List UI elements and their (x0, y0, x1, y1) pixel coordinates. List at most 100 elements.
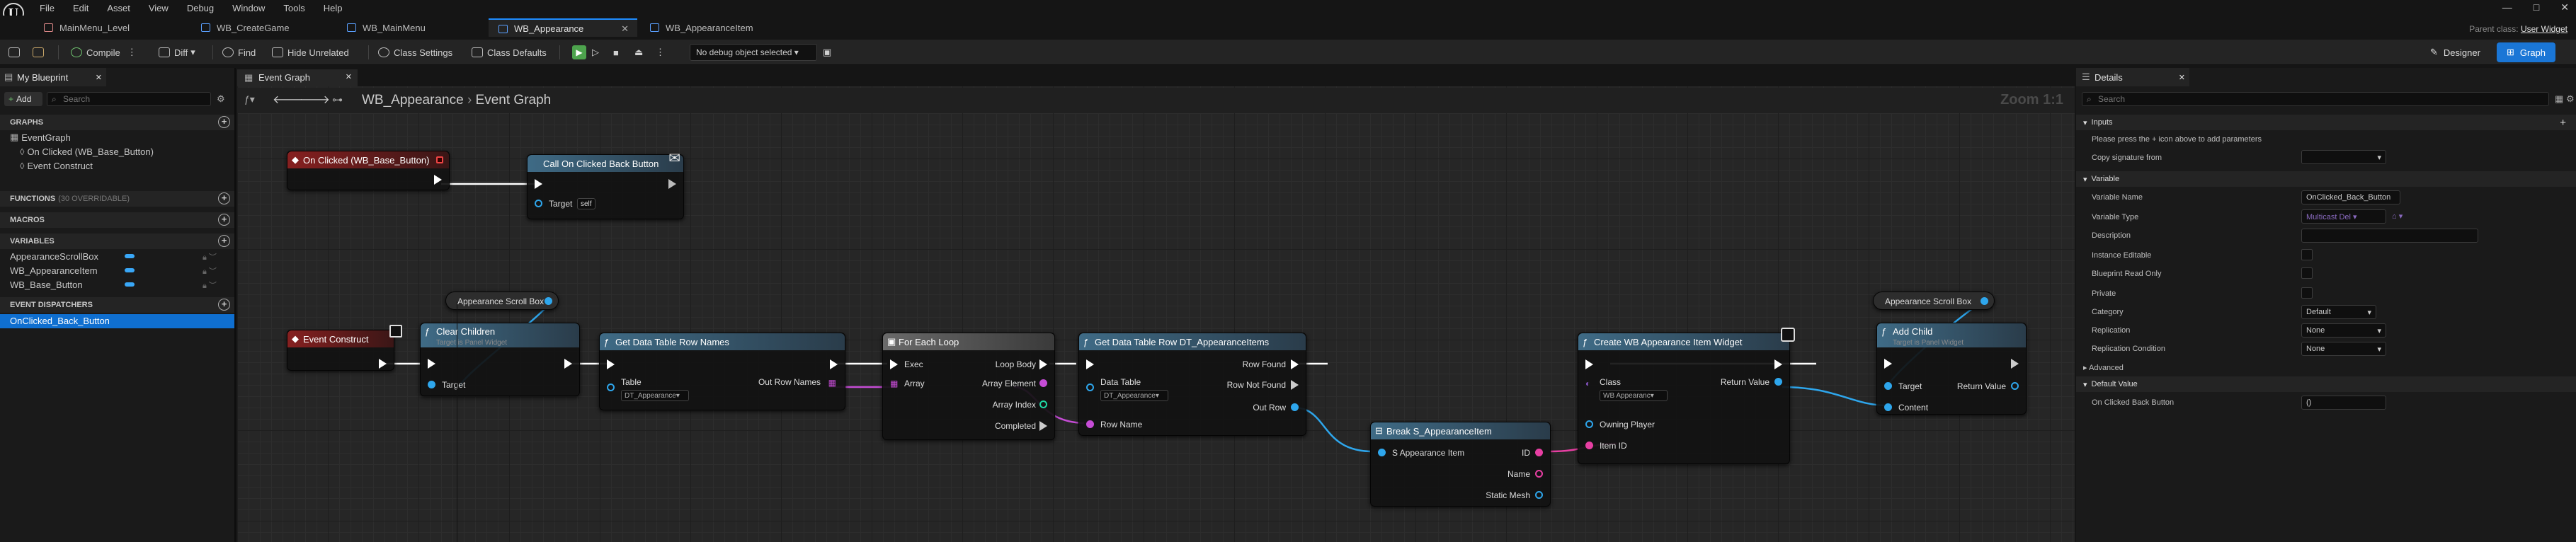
advanced-row[interactable]: ▸ Advanced (2076, 358, 2576, 376)
add-graph-icon[interactable]: + (218, 116, 230, 128)
save-icon[interactable] (8, 45, 24, 59)
id-pin[interactable] (1535, 449, 1543, 456)
graph-on-clicked[interactable]: ◊ On Clicked (WB_Base_Button) (20, 144, 154, 158)
target-pin[interactable] (428, 381, 435, 388)
debug-browse-icon[interactable]: ▣ (823, 45, 831, 59)
data-table-dropdown[interactable]: DT_Appearance ▾ (1100, 390, 1168, 401)
scrollbox-out-pin[interactable] (1981, 297, 1988, 305)
private-checkbox[interactable] (2301, 287, 2313, 299)
loop-body-pin[interactable] (1039, 359, 1047, 369)
self-field[interactable]: self (577, 198, 595, 209)
macros-section[interactable]: MACROS + (0, 212, 234, 228)
graph-button[interactable]: ⊞ Graph (2497, 42, 2556, 62)
table-dropdown[interactable]: DT_Appearance ▾ (621, 390, 689, 401)
close-panel-icon[interactable]: ✕ (96, 73, 102, 82)
close-window-icon[interactable]: ✕ (2560, 1, 2569, 13)
array-element-pin[interactable] (1039, 379, 1047, 387)
variable-type-dropdown[interactable]: Multicast Del ▾ (2301, 209, 2386, 224)
inputs-section[interactable]: ▾ Inputs + (2076, 115, 2576, 130)
array-in-pin[interactable]: ▦ (890, 379, 898, 388)
default-value-section[interactable]: ▾ Default Value (2076, 376, 2576, 392)
item-id-pin[interactable] (1585, 442, 1593, 449)
menu-help[interactable]: Help (324, 3, 343, 13)
designer-button[interactable]: ✎ Designer (2420, 42, 2490, 62)
stop-icon[interactable]: ■ (613, 45, 619, 59)
node-for-each-loop[interactable]: ▣ For Each Loop Exec Loop Body ▦ Array Ar… (882, 333, 1055, 440)
class-dropdown[interactable]: WB Appearanc ▾ (1600, 390, 1668, 401)
tab-wb-appearanceitem[interactable]: WB_AppearanceItem (640, 18, 796, 37)
variable-section[interactable]: ▾ Variable (2076, 171, 2576, 187)
completed-pin[interactable] (1039, 421, 1047, 431)
details-tab[interactable]: ☰ Details ✕ (2076, 68, 2189, 86)
variable-wb-base-button[interactable]: WB_Base_Button (10, 277, 83, 292)
dispatcher-onclicked-back-button[interactable]: OnClicked_Back_Button (0, 314, 234, 328)
browse-icon[interactable] (33, 45, 48, 59)
step-icon[interactable]: ▷ (592, 45, 599, 59)
delegate-pin[interactable] (436, 156, 443, 163)
event-dispatchers-section[interactable]: EVENT DISPATCHERS + (0, 297, 234, 313)
play-options-icon[interactable]: ⋮ (656, 45, 665, 59)
data-table-pin[interactable] (1086, 384, 1094, 391)
category-dropdown[interactable]: Default ▾ (2301, 305, 2376, 319)
name-pin[interactable] (1535, 470, 1543, 478)
menu-tools[interactable]: Tools (283, 3, 304, 13)
class-settings-button[interactable]: Class Settings (378, 45, 452, 59)
functions-section[interactable]: FUNCTIONS (30 OVERRIDABLE) + (0, 191, 234, 207)
struct-in-pin[interactable] (1378, 449, 1386, 456)
bp-readonly-checkbox[interactable] (2301, 267, 2313, 279)
array-out-pin[interactable]: ▦ (828, 378, 836, 388)
copy-signature-dropdown[interactable]: ▾ (2301, 150, 2386, 164)
exec-in-pin[interactable] (428, 359, 435, 369)
node-event-construct[interactable]: ◆ Event Construct (287, 325, 402, 371)
exec-in-pin[interactable] (890, 359, 898, 369)
exec-in-pin[interactable] (607, 359, 615, 369)
return-value-pin[interactable] (2011, 382, 2019, 390)
row-found-pin[interactable] (1291, 359, 1299, 369)
exec-out-pin[interactable] (564, 359, 572, 369)
menu-window[interactable]: Window (232, 3, 265, 13)
play-button[interactable]: ▶ (572, 45, 586, 59)
graphs-section[interactable]: GRAPHS + (0, 115, 234, 130)
row-name-pin[interactable] (1086, 420, 1094, 428)
node-clear-children[interactable]: ƒ Clear Children Target is Panel Widget Ta… (420, 323, 580, 396)
menu-asset[interactable]: Asset (107, 3, 130, 13)
node-add-child[interactable]: ƒ Add Child Target is Panel Widget Target … (1876, 323, 2027, 415)
details-search-input[interactable]: ⌕ Search (2082, 92, 2549, 106)
node-call-back-button[interactable]: Call On Clicked Back Button ✉ Target self (527, 151, 684, 219)
exec-in-pin[interactable] (1086, 359, 1094, 369)
node-appearance-scroll-box-2[interactable]: Appearance Scroll Box (1873, 292, 1995, 310)
close-panel-icon[interactable]: ✕ (2179, 73, 2185, 82)
table-pin[interactable] (607, 384, 615, 391)
add-parameter-icon[interactable]: + (2560, 117, 2566, 129)
exec-in-pin[interactable] (535, 179, 542, 189)
tab-wb-mainmenu[interactable]: WB_MainMenu (337, 18, 479, 37)
settings-gear-icon[interactable]: ⚙ (2566, 93, 2575, 105)
compile-button[interactable]: Compile ⋮ (71, 45, 137, 59)
target-pin[interactable] (1884, 382, 1892, 390)
add-button[interactable]: + Add (4, 92, 42, 106)
settings-gear-icon[interactable]: ⚙ (217, 93, 225, 105)
add-macro-icon[interactable]: + (218, 214, 230, 226)
delegate-pin[interactable] (389, 325, 402, 338)
blueprint-search-input[interactable]: ⌕ Search (47, 92, 211, 106)
tab-wb-appearance[interactable]: WB_Appearance ✕ (489, 18, 637, 37)
type-options-icon[interactable]: ⌂ ▾ (2392, 212, 2403, 221)
variable-name-field[interactable]: OnClicked_Back_Button (2301, 190, 2400, 204)
minimize-icon[interactable]: — (2502, 1, 2512, 13)
node-break-appearance-item[interactable]: ⊟ Break S_AppearanceItem S Appearance Ite… (1370, 422, 1551, 507)
variable-wb-appearanceitem[interactable]: WB_AppearanceItem (10, 263, 98, 277)
target-pin[interactable] (535, 200, 542, 207)
find-button[interactable]: Find (222, 45, 256, 59)
event-graph-canvas[interactable]: ▦ Event Graph ✕ ƒ▾ 🡐 🡒 ⊶ WB_Appearance › E… (237, 68, 2075, 542)
hide-unrelated-button[interactable]: Hide Unrelated (272, 45, 349, 59)
scrollbox-out-pin[interactable] (545, 297, 552, 305)
diff-button[interactable]: Diff ▾ (159, 45, 195, 59)
rep-condition-dropdown[interactable]: None ▾ (2301, 342, 2386, 356)
return-value-pin[interactable] (1774, 378, 1782, 386)
array-index-pin[interactable] (1039, 400, 1047, 408)
out-row-pin[interactable] (1291, 403, 1299, 411)
exec-out-pin[interactable] (2011, 359, 2019, 369)
exec-out-pin[interactable] (379, 359, 387, 369)
menu-debug[interactable]: Debug (187, 3, 214, 13)
variable-appearancescrollbox[interactable]: AppearanceScrollBox (10, 249, 98, 263)
